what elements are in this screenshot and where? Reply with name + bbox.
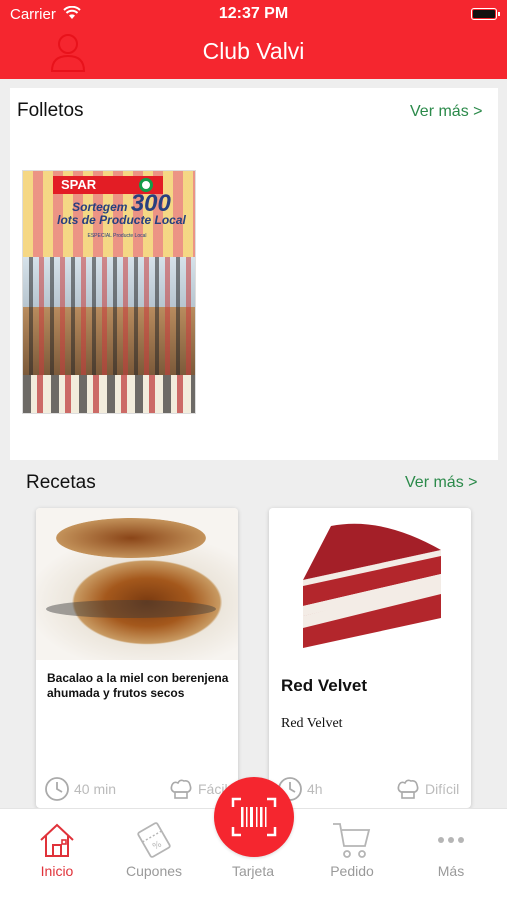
clock: 12:37 PM — [218, 5, 289, 22]
recipe-name: Red Velvet — [281, 676, 367, 695]
recipe-card[interactable]: Red Velvet Red Velvet 4h Difícil — [269, 508, 471, 808]
recipe-time-label: 4h — [307, 781, 323, 797]
tab-pedido-label: Pedido — [330, 863, 374, 879]
recipe-difficulty-label: Difícil — [425, 781, 460, 797]
recipe-name: Bacalao a la miel con berenjena ahumada … — [47, 671, 229, 700]
tab-mas[interactable]: Más — [411, 817, 491, 879]
chef-hat-icon — [170, 779, 192, 799]
recipe-card[interactable]: Bacalao a la miel con berenjena ahumada … — [36, 508, 238, 808]
recipe-difficulty: Difícil — [395, 776, 459, 802]
home-icon — [17, 817, 97, 863]
flyer-logos-band — [23, 375, 195, 413]
page-title: Club Valvi — [202, 38, 305, 64]
clock-icon — [45, 777, 69, 801]
flyer-thumbnail[interactable]: SPAR Sortegem 300 lots de Producte Local… — [22, 170, 196, 414]
more-icon — [411, 817, 491, 863]
recetas-title: Recetas — [26, 472, 96, 493]
folletos-section: Folletos Ver más > SPAR Sortegem 300 lot… — [10, 88, 498, 460]
flyer-tag: ESPECIAL Producte Local — [87, 233, 147, 239]
cake-illustration — [303, 523, 441, 648]
tab-cupones-label: Cupones — [125, 863, 183, 879]
tab-tarjeta-label: Tarjeta — [231, 863, 275, 879]
status-bar: Carrier 12:37 PM — [0, 0, 507, 28]
tab-cupones[interactable]: % Cupones — [114, 817, 194, 879]
tab-tarjeta-label-wrap[interactable]: Tarjeta — [213, 863, 293, 879]
recipe-image — [269, 508, 471, 660]
tab-inicio[interactable]: Inicio — [17, 817, 97, 879]
folletos-title: Folletos — [17, 100, 84, 121]
flyer-shelf-bottom — [23, 307, 195, 375]
battery-icon — [471, 8, 500, 20]
chef-hat-icon — [397, 779, 419, 799]
barcode-scan-icon — [231, 797, 277, 837]
flyer-headline-2: lots de Producte Local — [57, 213, 186, 227]
tab-tarjeta-button[interactable] — [214, 777, 294, 857]
recipe-time: 40 min — [44, 776, 116, 802]
tab-inicio-label: Inicio — [40, 863, 74, 879]
flyer-headline-1: Sortegem — [72, 200, 128, 214]
recipe-time-label: 40 min — [74, 781, 117, 797]
top-bar: Carrier 12:37 PM Club Valvi — [0, 0, 507, 79]
tab-pedido[interactable]: Pedido — [312, 817, 392, 879]
folletos-ver-mas-link[interactable]: Ver más > — [410, 103, 482, 121]
tab-mas-label: Más — [437, 863, 465, 879]
recipe-description: Red Velvet — [281, 716, 343, 731]
flyer-headline: Sortegem 300 lots de Producte Local — [49, 192, 194, 227]
recipe-image — [36, 508, 238, 660]
recetas-ver-mas-link[interactable]: Ver más > — [405, 474, 477, 492]
coupon-icon: % — [114, 817, 194, 863]
flyer-shelf-top — [23, 257, 195, 307]
cart-icon — [312, 817, 392, 863]
